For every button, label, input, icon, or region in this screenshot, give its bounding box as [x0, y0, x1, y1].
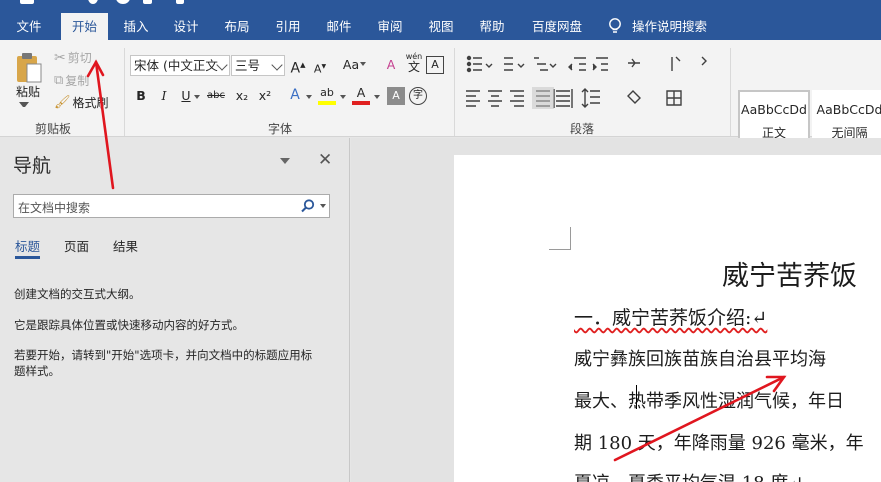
lightbulb-icon [606, 17, 624, 37]
phonetic-bottom: 文 [407, 60, 420, 74]
document-page[interactable]: 威宁苦荞饭 一．威宁苦荞饭介绍:↵ 威宁彝族回族苗族自治县平均海 最大、热带季风… [454, 155, 881, 482]
tab-file[interactable]: 文件 [6, 13, 52, 40]
tab-home[interactable]: 开始 [61, 13, 108, 40]
tab-help[interactable]: 帮助 [471, 13, 513, 40]
divider [730, 48, 731, 136]
format-painter-button[interactable]: 🖌 格式刷 [54, 94, 109, 111]
document-heading: 一．威宁苦荞饭介绍:↵ [574, 307, 768, 329]
cut-button[interactable]: ✂ 剪切 [54, 49, 92, 66]
style-sample: AaBbCcDd [741, 102, 807, 117]
style-sample: AaBbCcDd [816, 102, 881, 117]
paste-button[interactable]: 粘贴 [16, 83, 40, 100]
chevron-down-icon[interactable] [306, 95, 312, 99]
tab-baidu-netdisk[interactable]: 百度网盘 [525, 13, 589, 40]
scissors-icon: ✂ [54, 49, 66, 66]
paragraph-group-label: 段落 [570, 122, 595, 136]
search-placeholder: 在文档中搜索 [18, 201, 91, 215]
chevron-down-icon[interactable] [194, 95, 200, 99]
tab-review[interactable]: 审阅 [369, 13, 411, 40]
italic-button[interactable]: I [155, 87, 173, 105]
home-ribbon: 粘贴 ✂ 剪切 ⧉ 复制 🖌 格式刷 剪贴板 宋体 (中文正文 三号 A▲ A▼… [0, 40, 881, 173]
subscript-button[interactable]: x₂ [232, 87, 252, 105]
font-size-select[interactable]: 三号 [231, 55, 285, 76]
tab-layout[interactable]: 布局 [216, 13, 258, 40]
shrink-font-icon[interactable]: A▼ [311, 58, 329, 76]
document-title: 威宁苦荞饭 [722, 261, 857, 292]
text-effects-button[interactable]: A [286, 86, 304, 104]
format-painter-label: 格式刷 [72, 96, 109, 110]
paste-icon[interactable] [14, 50, 44, 86]
font-name-select[interactable]: 宋体 (中文正文 [130, 55, 230, 76]
divider [124, 48, 125, 136]
chevron-down-icon[interactable] [374, 95, 380, 99]
nav-tab-results[interactable]: 结果 [113, 236, 138, 255]
chevron-down-icon[interactable] [360, 62, 366, 66]
nav-search-input[interactable]: 在文档中搜索 [13, 194, 330, 218]
nav-hint-line: 它是跟踪具体位置或快速移动内容的好方式。 [14, 318, 244, 332]
nav-hint-line: 题样式。 [14, 364, 60, 378]
underline-button[interactable]: U [177, 87, 195, 105]
character-shading-button[interactable]: A [387, 87, 405, 105]
phonetic-guide-button[interactable]: wén 文 [404, 52, 424, 74]
grow-font-icon[interactable]: A▲ [289, 56, 307, 77]
chevron-down-icon [216, 59, 228, 71]
enclose-characters-button[interactable]: 字 [409, 87, 427, 105]
tab-references[interactable]: 引用 [267, 13, 309, 40]
nav-tab-headings[interactable]: 标题 [15, 236, 40, 255]
paste-dropdown-icon[interactable] [19, 102, 29, 108]
tab-insert[interactable]: 插入 [115, 13, 157, 40]
document-line: 最大、热带季风性湿润气候，年日 [574, 391, 844, 412]
change-case-button[interactable]: Aa [340, 56, 362, 74]
chevron-down-icon[interactable] [340, 95, 346, 99]
font-name-value: 宋体 (中文正文 [134, 58, 218, 73]
font-color-button[interactable]: A [352, 84, 370, 105]
close-icon[interactable]: ✕ [318, 150, 332, 170]
redo-icon[interactable] [116, 0, 130, 4]
bold-button[interactable]: B [132, 87, 150, 105]
save-icon[interactable] [20, 0, 34, 4]
divider [454, 48, 455, 136]
nav-hint-line: 若要开始，请转到"开始"选项卡，并向文档中的标题应用标 [14, 348, 313, 362]
copy-label: 复制 [65, 74, 90, 88]
tab-mailings[interactable]: 邮件 [318, 13, 360, 40]
font-group-label: 字体 [268, 122, 293, 136]
brush-icon: 🖌 [54, 95, 71, 110]
undo-icon[interactable] [88, 0, 98, 4]
nav-title: 导航 [13, 155, 52, 177]
navigation-pane: 导航 ✕ 在文档中搜索 标题 页面 结果 创建文档的交互式大纲。 它是跟踪具体位… [0, 138, 350, 482]
clipboard-group-label: 剪贴板 [35, 122, 72, 136]
text-cursor [636, 385, 637, 409]
paragraph-controls [462, 53, 732, 109]
tab-view[interactable]: 视图 [420, 13, 462, 40]
active-tab-indicator [15, 256, 40, 259]
copy-icon: ⧉ [54, 73, 64, 88]
clear-formatting-icon[interactable]: A [382, 56, 400, 74]
highlight-button[interactable]: ab [318, 84, 336, 105]
document-line: 期 180 天，年降雨量 926 毫米，年 [574, 433, 864, 454]
tell-me-search[interactable]: 操作说明搜索 [632, 13, 712, 40]
ribbon-tab-bar: 文件 开始 插入 设计 布局 引用 邮件 审阅 视图 帮助 百度网盘 操作说明搜… [0, 0, 881, 40]
superscript-button[interactable]: x² [255, 87, 275, 105]
chevron-down-icon [271, 59, 283, 71]
nav-hint-line: 创建文档的交互式大纲。 [14, 287, 141, 301]
search-icon[interactable] [300, 198, 316, 217]
character-border-button[interactable]: A [426, 56, 444, 74]
quick-access-icon[interactable] [143, 0, 152, 4]
pane-options-icon[interactable] [280, 158, 290, 164]
copy-button[interactable]: ⧉ 复制 [54, 72, 89, 89]
cut-label: 剪切 [67, 51, 92, 65]
document-line: 夏凉，夏季平均气温 18 度↵ [574, 469, 803, 482]
font-size-value: 三号 [235, 58, 261, 73]
strikethrough-button[interactable]: abc [203, 87, 229, 105]
document-line: 威宁彝族回族苗族自治县平均海 [574, 349, 826, 370]
nav-tab-pages[interactable]: 页面 [64, 236, 89, 255]
tab-design[interactable]: 设计 [165, 13, 207, 40]
chevron-down-icon[interactable] [320, 204, 326, 208]
margin-marker [549, 227, 571, 250]
customize-icon[interactable] [176, 0, 184, 4]
